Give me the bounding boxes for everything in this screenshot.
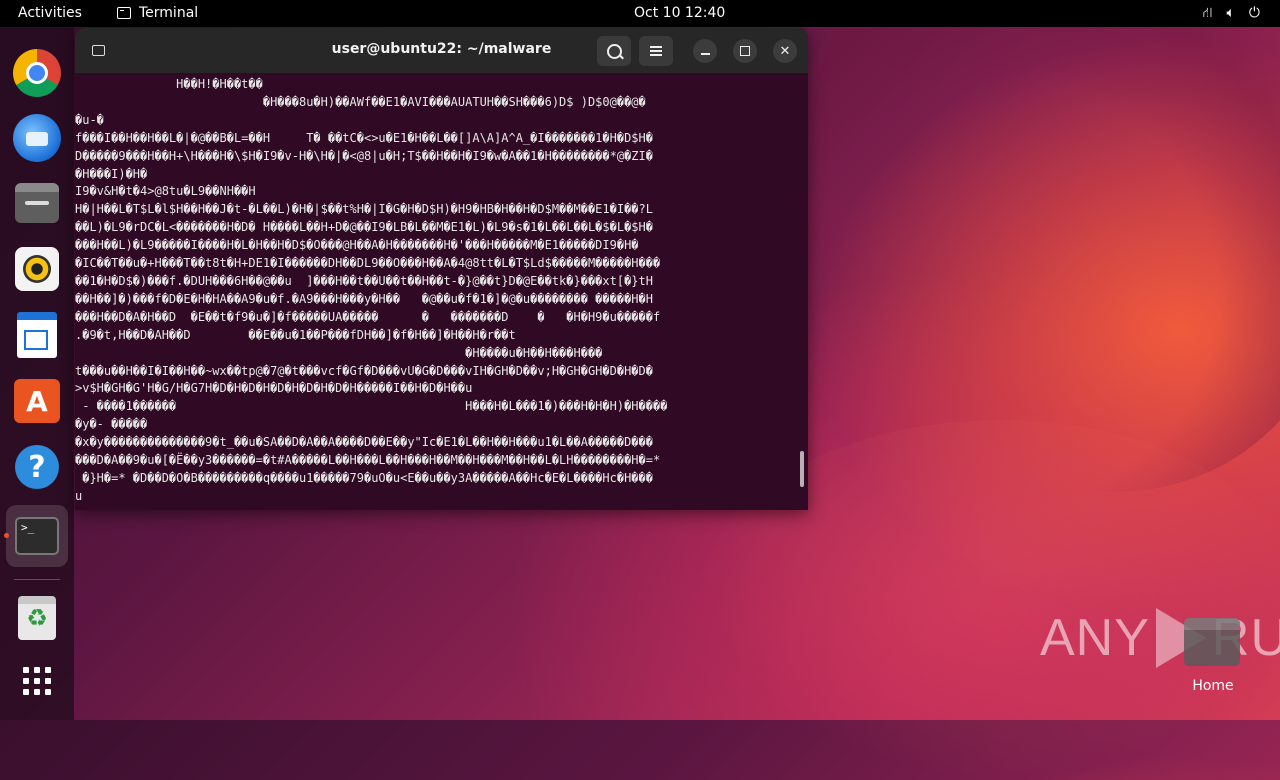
terminal-small-icon <box>117 7 131 19</box>
search-icon <box>606 43 622 59</box>
app-menu[interactable]: Terminal <box>117 5 198 21</box>
dock-files[interactable] <box>11 177 63 229</box>
terminal-line: H�|H��L�T$L�l$H��H��J�t-�L��L)�H�|$��t%H… <box>75 202 653 217</box>
dock-chrome[interactable] <box>11 47 63 99</box>
terminal-output-area[interactable]: H��H!�H��t�� �H���8u�H)��AWf��E1�AVI���A… <box>75 73 808 510</box>
rhythmbox-icon <box>15 247 59 291</box>
close-icon: ✕ <box>779 43 791 59</box>
desktop-home-icon[interactable]: Home <box>1184 618 1242 694</box>
search-button[interactable] <box>597 36 631 66</box>
terminal-line: >v$H�GH�G'H�G/H�G7H�D�H�D�H�D�H�D�H�D�H�… <box>75 381 473 396</box>
app-menu-label: Terminal <box>139 5 199 21</box>
terminal-line: �y�- ����� <box>75 417 148 432</box>
maximize-button[interactable] <box>733 39 757 63</box>
terminal-line: H��H!�H��t�� <box>75 77 263 91</box>
terminal-line: ��L)�L9�rDC�L<�������H�D� H����L��H+D�@�… <box>75 220 653 235</box>
thunderbird-icon <box>13 114 61 162</box>
terminal-line: ���H��D�A�H��D �E��t�f9�u�]�f�����UA����… <box>75 309 661 324</box>
terminal-line: - ����1������ H���H�L���1�)���H�H�H)�H��… <box>75 399 668 414</box>
watermark-text-left: ANY <box>1040 609 1150 667</box>
dock-software[interactable]: A <box>11 375 63 427</box>
terminal-line: �H���I)�H� <box>75 166 148 181</box>
minimize-icon <box>700 53 710 55</box>
terminal-line: .�9�t,H��D�AH��D ��E��u�1��P���fDH��]�f�… <box>75 327 516 342</box>
dock-thunderbird[interactable] <box>11 112 63 164</box>
dock-trash[interactable]: ♻ <box>11 592 63 644</box>
home-folder-icon <box>1184 618 1240 666</box>
terminal-line: ���D�A��9�u�[�Ë��y3������=�t#A�����L��H�… <box>75 453 661 468</box>
terminal-line: �H����u�H��H���H��� <box>75 345 603 360</box>
terminal-line: �IC��T��u�+H���T��t8t�H+DE1�I������DH��D… <box>75 256 661 271</box>
chrome-icon <box>13 49 61 97</box>
home-label: Home <box>1192 678 1234 694</box>
watermark: ANY RUN <box>1040 608 1280 668</box>
terminal-window[interactable]: user@ubuntu22: ~/malware ✕ H��H!�H��t�� … <box>75 28 808 510</box>
software-icon: A <box>14 379 60 423</box>
files-icon <box>15 183 59 223</box>
activities-button[interactable]: Activities <box>18 5 82 21</box>
terminal-line: ��1�H�D$�)���f.�DUH���6H��@��u ]���H��t�… <box>75 273 653 288</box>
dock-terminal[interactable]: >_ <box>11 510 63 562</box>
dock-rhythmbox[interactable] <box>11 243 63 295</box>
running-indicator <box>4 533 9 538</box>
clock[interactable]: Oct 10 12:40 <box>634 5 725 21</box>
terminal-line: u <box>75 488 83 503</box>
terminal-line: ���H��L)�L9�����I����H�L�H��H�D$�O���@H�… <box>75 238 639 253</box>
hamburger-icon <box>650 46 662 56</box>
dock: A ? >_ ♻ <box>0 27 74 720</box>
system-tray[interactable]: ⛙ 🔈︎ ⏻ <box>1203 5 1260 23</box>
dock-separator <box>14 579 60 580</box>
app-grid-icon <box>23 667 51 695</box>
maximize-icon <box>740 46 750 56</box>
help-icon: ? <box>15 445 59 489</box>
terminal-line: �}H�=* �D��D�O�B���������q����u1�����79�… <box>75 470 653 485</box>
terminal-line: �u-� <box>75 112 104 127</box>
terminal-line: �x�y��������������9�t_��u�SA��D�A��A����… <box>75 435 653 450</box>
network-icon: ⛙ <box>1202 5 1213 21</box>
terminal-line: D�����9���H��H+\H���H�\$H�I9�v-H�\H�|�<@… <box>75 148 653 163</box>
power-icon: ⏻ <box>1248 5 1260 21</box>
volume-icon: 🔈︎ <box>1226 5 1235 21</box>
terminal-line: t���u��H��I�I��H��~wx��tp@�7@�t���vcf�Gf… <box>75 363 653 378</box>
minimize-button[interactable] <box>693 39 717 63</box>
terminal-output: H��H!�H��t�� �H���8u�H)��AWf��E1�AVI���A… <box>75 73 808 506</box>
dock-help[interactable]: ? <box>11 441 63 493</box>
scrollbar[interactable] <box>800 451 804 487</box>
top-bar: Activities Terminal Oct 10 12:40 ⛙ 🔈︎ ⏻ <box>0 0 1280 27</box>
terminal-line: �H���8u�H)��AWf��E1�AVI���AUATUH��SH���6… <box>75 94 646 109</box>
terminal-titlebar[interactable]: user@ubuntu22: ~/malware ✕ <box>75 28 808 73</box>
menu-button[interactable] <box>639 36 673 66</box>
terminal-line: f���I��H��H��L�|�@��B�L=��H T� ��tC�<>u�… <box>75 130 653 145</box>
terminal-line: I9�v&H�t�4>@8tu�L9��NH��H <box>75 184 256 199</box>
show-applications-button[interactable] <box>11 655 63 707</box>
dock-writer[interactable] <box>11 309 63 361</box>
close-button[interactable]: ✕ <box>773 39 797 63</box>
terminal-line: ��H��]�)���f�D�E�H�HA��A9�u�f.�A9���H���… <box>75 291 653 306</box>
writer-icon <box>17 312 57 358</box>
trash-icon: ♻ <box>18 596 56 640</box>
terminal-icon: >_ <box>15 517 59 555</box>
